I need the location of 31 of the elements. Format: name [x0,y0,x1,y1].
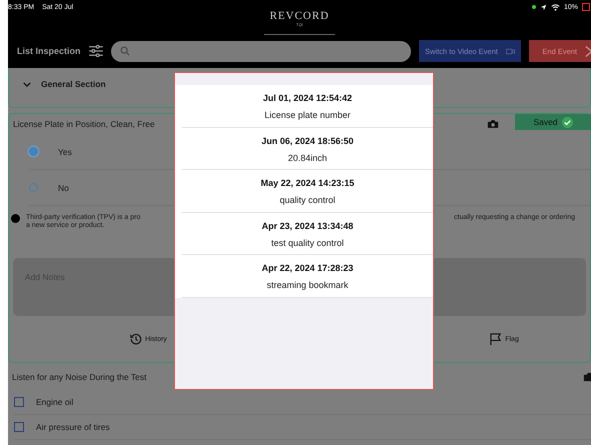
filter-sliders-icon[interactable] [88,45,103,57]
checkbox[interactable] [14,397,24,407]
search-field[interactable] [110,40,411,62]
list-inspection-title: List Inspection [17,46,81,56]
history-entry[interactable]: Apr 23, 2024 13:34:48 test quality control [182,212,433,255]
radio-button[interactable] [29,183,38,192]
history-entry[interactable]: Jul 01, 2024 12:54:42 License plate number [182,85,433,128]
section-title: General Section [41,79,106,89]
camera-icon[interactable] [583,372,591,382]
option-label: No [58,182,69,192]
checkbox-label: Air pressure of tires [36,422,110,432]
history-entry[interactable]: Apr 22, 2024 17:28:23 streaming bookmark [182,255,433,298]
question-title: Listen for any Noise During the Test [12,372,146,382]
chevron-icon[interactable] [23,82,31,86]
option-label: Yes [58,146,72,156]
search-icon [120,46,130,56]
flag-icon [489,332,502,346]
battery-icon [582,3,590,11]
location-arrow-icon [540,4,547,10]
question-title: License Plate in Position, Clean, Free [13,119,155,129]
checkbox-label: Engine oil [36,397,74,407]
history-entry[interactable]: Jun 06, 2024 18:56:50 20.84inch [182,128,433,170]
wifi-icon [550,4,560,10]
info-icon [11,214,20,223]
history-entry[interactable]: May 22, 2024 14:23:15 quality control [182,170,433,212]
radio-button[interactable] [29,147,38,156]
camera-in-use-dot [532,5,536,9]
checkbox[interactable] [14,422,24,432]
history-clock-icon [130,333,142,345]
camera-icon[interactable] [487,119,499,129]
saved-badge: Saved [515,114,591,130]
